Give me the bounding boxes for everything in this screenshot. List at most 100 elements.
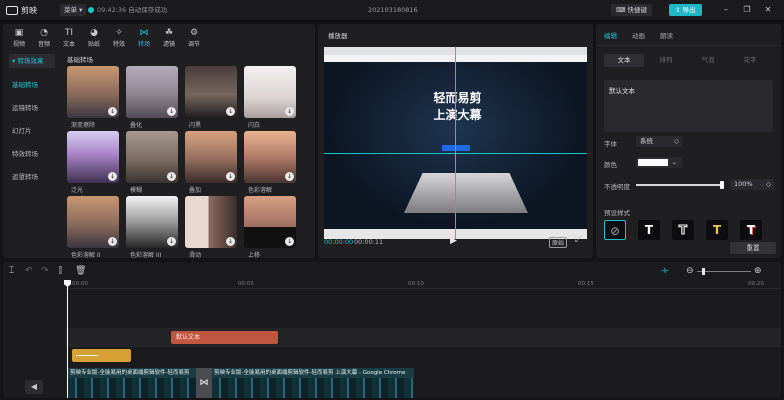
ruler-line [65, 288, 781, 289]
transition-thumb[interactable]: ↓ [67, 66, 119, 118]
sidebar-item-mask[interactable]: 遮罩转场 [9, 170, 55, 184]
split-icon[interactable]: ⫿ [59, 266, 62, 276]
tab-read[interactable]: 朗读 [660, 30, 673, 40]
thumb-label: 上移 [248, 252, 261, 259]
transition-marker[interactable]: ⋈ [196, 368, 212, 398]
preset-none[interactable]: ⊘ [604, 220, 626, 240]
zoom-in-icon[interactable]: ⊕ [754, 266, 762, 276]
tab-filter[interactable]: ☘ 滤镜 [157, 27, 181, 48]
zoom-handle[interactable] [702, 268, 705, 275]
export-button[interactable]: ⇪ 导出 [669, 4, 702, 16]
transition-thumb[interactable]: ↓ [126, 131, 178, 183]
sidebar-item-transition-effects[interactable]: ▾ 转场效果 [9, 54, 55, 68]
tab-adjust[interactable]: ⚙ 调节 [182, 27, 206, 48]
preset-style[interactable]: T [638, 220, 660, 240]
download-icon[interactable]: ↓ [226, 107, 235, 116]
download-icon[interactable]: ↓ [285, 237, 294, 246]
subtab-arrange[interactable]: 排列 [646, 54, 686, 67]
total-time: 00:00:11 [354, 238, 384, 246]
redo-icon[interactable]: ↷ [41, 266, 49, 276]
download-cta [442, 145, 470, 151]
transition-thumb[interactable]: ↓ [244, 196, 296, 248]
sidebar-item-effects[interactable]: 特效转场 [9, 147, 55, 161]
download-icon[interactable]: ↓ [285, 172, 294, 181]
subtab-bubble[interactable]: 气泡 [688, 54, 728, 67]
transition-thumb[interactable]: ↓ [67, 196, 119, 248]
subtab-fancy[interactable]: 花字 [730, 54, 770, 67]
preview-canvas[interactable]: 轻而易剪 上演大幕 [324, 47, 587, 239]
tab-sticker[interactable]: ◕ 贴纸 [82, 27, 106, 48]
tab-animation[interactable]: 动画 [632, 30, 645, 40]
shortcut-button[interactable]: ⌨ 快捷键 [611, 4, 652, 16]
time-tick: 00:00 [72, 281, 88, 287]
color-picker[interactable]: ⌄ [636, 157, 682, 168]
download-icon[interactable]: ↓ [108, 107, 117, 116]
fullscreen-icon[interactable]: ⤢ [575, 235, 581, 245]
zoom-out-icon[interactable]: ⊖ [686, 266, 694, 276]
download-icon[interactable]: ↓ [108, 172, 117, 181]
download-icon[interactable]: ↓ [167, 172, 176, 181]
audio-icon: ◔ [40, 28, 48, 38]
playhead-handle[interactable] [64, 280, 71, 287]
transition-thumb[interactable]: ↓ [126, 66, 178, 118]
opacity-input[interactable]: 100% ◇ [730, 179, 774, 190]
thumb-label: 色彩溶解 II [71, 252, 101, 259]
cloud-status-icon [88, 7, 94, 13]
tab-transition[interactable]: ⋈ 转场 [132, 27, 156, 48]
download-icon[interactable]: ↓ [108, 237, 117, 246]
delete-icon[interactable]: 🗑 [75, 266, 86, 276]
snap-icon[interactable]: ⟛ [661, 266, 669, 276]
maximize-icon[interactable]: ❐ [739, 3, 755, 17]
menu-button[interactable]: 菜单 ▾ [60, 4, 87, 16]
opacity-slider-handle[interactable] [720, 181, 724, 189]
app-name: 剪映 [21, 6, 37, 15]
sidebar-item-camera[interactable]: 运镜转场 [9, 101, 55, 115]
close-icon[interactable]: ✕ [760, 3, 776, 17]
transition-thumb[interactable]: ↓ [244, 131, 296, 183]
transition-thumb[interactable]: ↓ [244, 66, 296, 118]
transition-thumb[interactable]: ↓ [185, 131, 237, 183]
download-icon[interactable]: ↓ [167, 107, 176, 116]
opacity-slider[interactable] [636, 184, 722, 186]
video-clip[interactable]: 剪映专业版-全能易用的桌面端剪辑软件-轻而易剪 [68, 368, 196, 398]
download-icon[interactable]: ↓ [167, 237, 176, 246]
sidebar-item-basic[interactable]: 基础转场 [9, 78, 55, 92]
tab-effects[interactable]: ✧ 特效 [107, 27, 131, 48]
download-icon[interactable]: ↓ [285, 107, 294, 116]
thumb-label: 模糊 [130, 187, 143, 194]
video-clip[interactable]: 剪映专业版-全能易用的桌面端剪辑软件-轻而易剪 上演大幕 - Google Ch… [212, 368, 414, 398]
thumb-label: 色彩溶解 III [130, 252, 162, 259]
sticker-clip[interactable] [72, 349, 131, 362]
text-input[interactable]: 默认文本 [604, 80, 773, 132]
tab-video[interactable]: ▣ 视频 [7, 27, 31, 48]
reset-button[interactable]: 重置 [730, 242, 776, 254]
transition-thumb[interactable]: ↓ [185, 196, 237, 248]
transition-thumb[interactable]: ↓ [126, 196, 178, 248]
track-volume-icon[interactable]: ◀ [25, 380, 43, 394]
hero-stage [404, 173, 528, 213]
minimize-icon[interactable]: – [718, 3, 734, 17]
text-clip[interactable]: 默认文本 [171, 331, 278, 344]
font-select[interactable]: 系统 ◇ [636, 136, 682, 147]
subtab-text[interactable]: 文本 [604, 54, 644, 67]
play-icon[interactable]: ▶ [450, 236, 457, 246]
zoom-slider[interactable] [697, 271, 751, 272]
preset-style[interactable]: T [706, 220, 728, 240]
cursor-icon[interactable]: ⌶ [9, 266, 14, 276]
download-icon[interactable]: ↓ [226, 172, 235, 181]
ratio-button[interactable]: 原始 [549, 237, 568, 248]
download-icon[interactable]: ↓ [226, 237, 235, 246]
undo-icon[interactable]: ↶ [25, 266, 33, 276]
sidebar-item-slideshow[interactable]: 幻灯片 [9, 124, 55, 138]
preset-style[interactable]: T [672, 220, 694, 240]
tab-text[interactable]: TI 文本 [57, 27, 81, 48]
tab-edit[interactable]: 编辑 [604, 30, 617, 40]
transition-thumb[interactable]: ↓ [67, 131, 119, 183]
time-tick: 00:15 [578, 281, 594, 287]
player-title: 播放器 [328, 32, 348, 40]
playhead[interactable] [67, 280, 68, 398]
transition-thumb[interactable]: ↓ [185, 66, 237, 118]
title-bar: 剪映 菜单 ▾ 09:42:36 自动保存成功 202103180816 ⌨ 快… [0, 0, 784, 21]
tab-audio[interactable]: ◔ 音频 [32, 27, 56, 48]
preset-style[interactable]: T [740, 220, 762, 240]
